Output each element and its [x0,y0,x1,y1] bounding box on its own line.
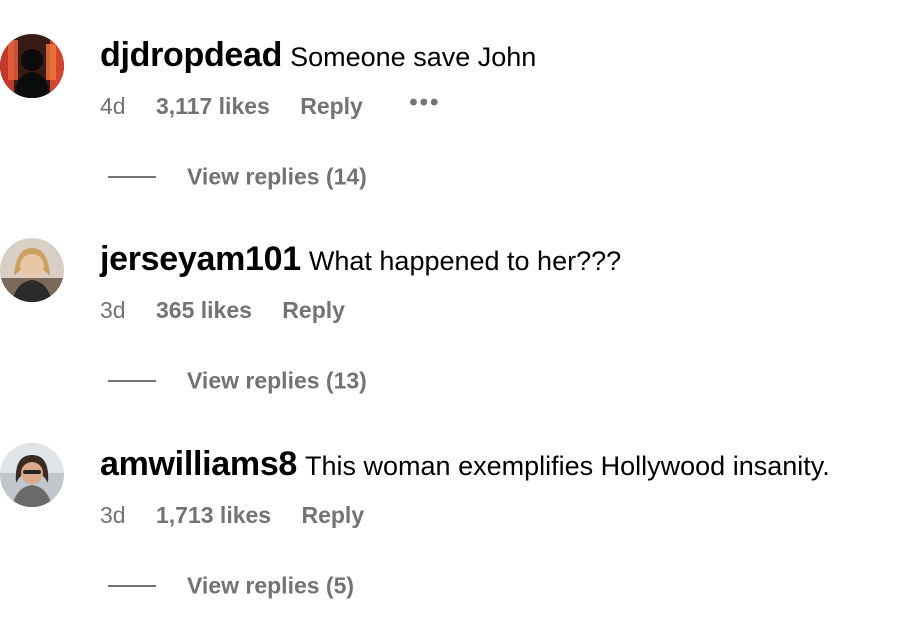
comment-text: This woman exemplifies Hollywood insanit… [305,451,830,481]
comment-header: amwilliams8 This woman exemplifies Hollyw… [100,445,830,484]
avatar[interactable] [0,443,64,507]
view-replies-button[interactable]: View replies (5) [108,571,354,599]
timestamp[interactable]: 3d [100,297,126,324]
reply-button[interactable]: Reply [300,93,363,120]
replies-divider [108,175,156,178]
view-replies-button[interactable]: View replies (14) [108,162,367,190]
comment-header: djdropdead Someone save John [100,36,536,75]
timestamp[interactable]: 4d [100,93,126,120]
comment-text: What happened to her??? [308,246,622,276]
username-link[interactable]: amwilliams8 [100,445,297,483]
comment-item: amwilliams8 This woman exemplifies Hollyw… [0,409,898,609]
likes-count[interactable]: 3,117 likes [156,93,270,120]
comment-text: Someone save John [290,42,537,72]
replies-divider [108,379,156,382]
reply-button[interactable]: Reply [282,297,345,324]
username-link[interactable]: jerseyam101 [100,240,301,278]
comment-item: jerseyam101 What happened to her??? 3d 36… [0,204,898,404]
replies-divider [108,584,156,587]
avatar[interactable] [0,34,64,98]
timestamp[interactable]: 3d [100,502,126,529]
username-link[interactable]: djdropdead [100,36,282,74]
reply-button[interactable]: Reply [301,502,364,529]
view-replies-label: View replies (5) [187,572,355,599]
likes-count[interactable]: 365 likes [156,297,252,324]
avatar[interactable] [0,238,64,302]
comment-item: djdropdead Someone save John 4d 3,117 lik… [0,0,898,200]
comment-meta: 3d 1,713 likes Reply [100,501,364,529]
comment-meta: 3d 365 likes Reply [100,296,345,324]
view-replies-label: View replies (14) [187,163,367,190]
likes-count[interactable]: 1,713 likes [156,502,271,529]
comment-header: jerseyam101 What happened to her??? [100,240,621,279]
view-replies-button[interactable]: View replies (13) [108,366,367,394]
more-options-icon[interactable]: ••• [409,89,440,117]
comment-meta: 4d 3,117 likes Reply ••• [100,89,440,121]
view-replies-label: View replies (13) [187,367,367,394]
